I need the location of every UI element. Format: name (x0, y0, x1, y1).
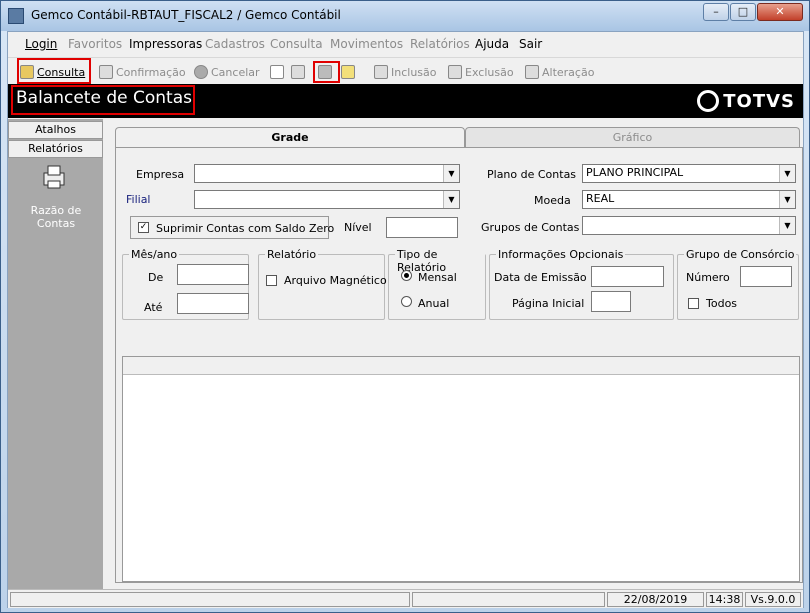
inclusao-button[interactable]: Inclusão (374, 62, 437, 82)
menu-cadastros[interactable]: Cadastros (205, 37, 265, 51)
moeda-label: Moeda (534, 194, 571, 207)
cancelar-button[interactable]: Cancelar (194, 62, 260, 82)
grupos-label: Grupos de Contas (481, 221, 580, 234)
highlight-print (313, 61, 340, 83)
delete-icon (448, 65, 462, 79)
minimize-button[interactable]: – (703, 3, 729, 21)
sidebar-tab-relatorios[interactable]: Relatórios (8, 140, 103, 158)
status-bar: 22/08/2019 14:38 Vs.9.0.0 (8, 589, 803, 608)
todos-label: Todos (706, 297, 738, 310)
status-time: 14:38 (706, 592, 743, 607)
preview-icon (341, 65, 355, 79)
de-label: De (148, 271, 164, 284)
chevron-down-icon: ▼ (779, 191, 795, 208)
suprimir-label: Suprimir Contas com Saldo Zero (156, 222, 335, 235)
sidebar-tab-atalhos[interactable]: Atalhos (8, 121, 103, 139)
grid-header (123, 357, 799, 375)
grupos-select[interactable]: ▼ (582, 216, 796, 235)
menu-ajuda[interactable]: Ajuda (475, 37, 509, 51)
suprimir-checkbox[interactable]: ✓ (138, 222, 149, 233)
export-button[interactable] (291, 62, 305, 82)
moeda-select[interactable]: REAL ▼ (582, 190, 796, 209)
tipo-group: Tipo de Relatório (388, 248, 486, 320)
document-icon (270, 65, 284, 79)
app-window: Gemco Contábil-RBTAUT_FISCAL2 / Gemco Co… (0, 0, 810, 613)
consorcio-group: Grupo de Consórcio (677, 248, 799, 320)
status-date: 22/08/2019 (607, 592, 704, 607)
status-version: Vs.9.0.0 (745, 592, 801, 607)
main-area: Grade Gráfico Empresa ▼ Filial ▼ Plano d… (105, 119, 803, 589)
relatorio-group: Relatório (258, 248, 385, 320)
maximize-button[interactable]: □ (730, 3, 756, 21)
status-cell-1 (10, 592, 410, 607)
chevron-down-icon: ▼ (443, 191, 459, 208)
chevron-down-icon: ▼ (443, 165, 459, 182)
title-bar: Gemco Contábil-RBTAUT_FISCAL2 / Gemco Co… (1, 1, 809, 31)
page-banner: Balancete de Contas TOTVS (8, 84, 803, 118)
status-cell-2 (412, 592, 605, 607)
close-button[interactable]: ✕ (757, 3, 803, 21)
pagina-input[interactable] (591, 291, 631, 312)
cancel-icon (194, 65, 208, 79)
menu-relatorios[interactable]: Relatórios (410, 37, 470, 51)
pagina-label: Página Inicial (512, 297, 585, 310)
save-icon (99, 65, 113, 79)
anual-label: Anual (418, 297, 450, 310)
menu-impressoras[interactable]: Impressoras (129, 37, 202, 51)
sidebar: Atalhos Relatórios Razão de Contas (8, 119, 103, 589)
results-grid[interactable] (122, 356, 800, 582)
menu-favoritos[interactable]: Favoritos (68, 37, 122, 51)
arquivo-label: Arquivo Magnético (284, 274, 387, 287)
mensal-label: Mensal (418, 271, 457, 284)
numero-label: Número (686, 271, 730, 284)
menu-consulta[interactable]: Consulta (270, 37, 323, 51)
insert-icon (374, 65, 388, 79)
de-input[interactable] (177, 264, 249, 285)
printer-report-icon[interactable] (40, 163, 68, 191)
export-icon (291, 65, 305, 79)
exclusao-button[interactable]: Exclusão (448, 62, 514, 82)
data-emissao-label: Data de Emissão (494, 271, 587, 284)
empresa-select[interactable]: ▼ (194, 164, 460, 183)
preview-button[interactable] (341, 62, 355, 82)
plano-select[interactable]: PLANO PRINCIPAL ▼ (582, 164, 796, 183)
menu-bar: Login Favoritos Impressoras Cadastros Co… (8, 32, 803, 56)
nivel-label: Nível (344, 221, 372, 234)
info-group: Informações Opcionais (489, 248, 674, 320)
app-icon (8, 8, 24, 24)
totvs-logo: TOTVS (697, 90, 795, 112)
grade-panel: Empresa ▼ Filial ▼ Plano de Contas PLANO… (115, 147, 803, 583)
chevron-down-icon: ▼ (779, 165, 795, 182)
totvs-logo-icon (697, 90, 720, 112)
client-area: Login Favoritos Impressoras Cadastros Co… (7, 31, 804, 608)
ate-input[interactable] (177, 293, 249, 314)
sidebar-item-razao[interactable]: Razão de Contas (16, 204, 96, 230)
tab-grade[interactable]: Grade (115, 127, 465, 148)
todos-checkbox[interactable] (688, 298, 699, 309)
anual-radio[interactable] (401, 296, 412, 307)
highlight-title (11, 85, 195, 115)
toolbar: Consulta Confirmação Cancelar Inclusão E… (8, 57, 803, 84)
alteracao-button[interactable]: Alteração (525, 62, 594, 82)
arquivo-checkbox[interactable] (266, 275, 277, 286)
ate-label: Até (144, 301, 163, 314)
filial-label: Filial (126, 193, 151, 206)
confirmacao-button[interactable]: Confirmação (99, 62, 186, 82)
window-title: Gemco Contábil-RBTAUT_FISCAL2 / Gemco Co… (31, 8, 341, 22)
chevron-down-icon: ▼ (779, 217, 795, 234)
tab-grafico[interactable]: Gráfico (465, 127, 800, 148)
menu-movimentos[interactable]: Movimentos (330, 37, 403, 51)
data-emissao-input[interactable] (591, 266, 664, 287)
menu-login[interactable]: Login (25, 37, 57, 51)
edit-icon (525, 65, 539, 79)
numero-input[interactable] (740, 266, 792, 287)
filial-select[interactable]: ▼ (194, 190, 460, 209)
empresa-label: Empresa (136, 168, 185, 181)
mensal-radio[interactable] (401, 270, 412, 281)
menu-sair[interactable]: Sair (519, 37, 542, 51)
new-document-button[interactable] (270, 62, 284, 82)
plano-label: Plano de Contas (487, 168, 577, 181)
highlight-consulta (17, 58, 91, 84)
nivel-input[interactable] (386, 217, 458, 238)
